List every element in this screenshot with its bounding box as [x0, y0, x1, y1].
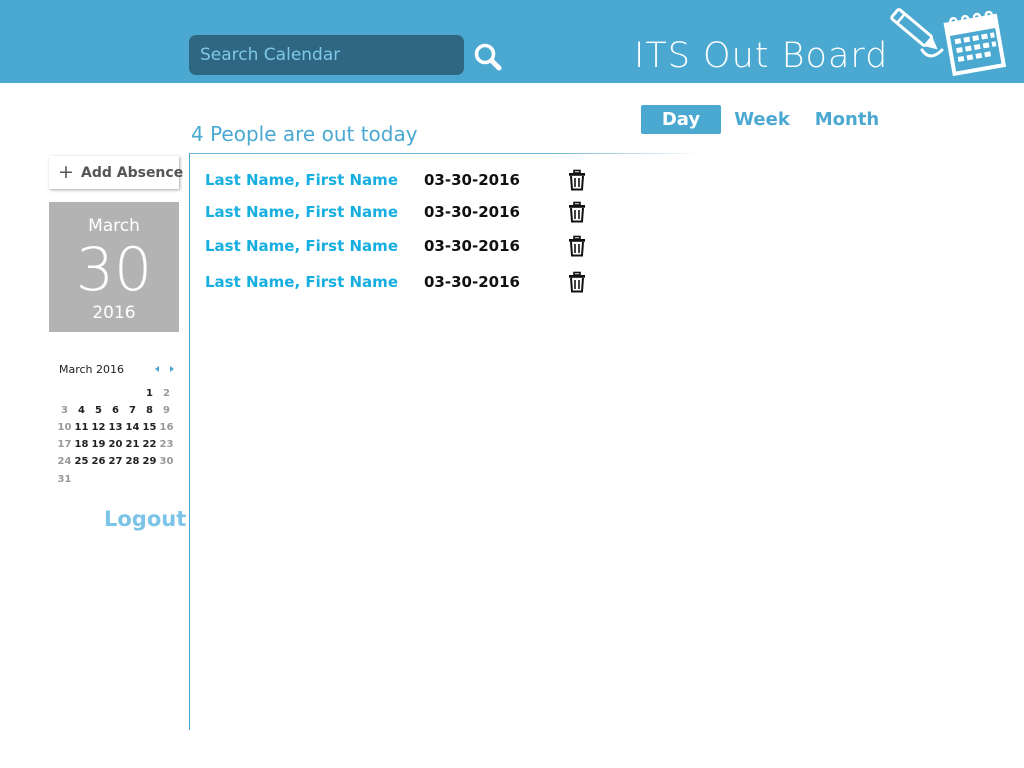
app-title: ITS Out Board [634, 36, 889, 76]
mini-calendar-title: March 2016 [59, 363, 125, 376]
calendar-day[interactable]: 22 [141, 437, 158, 452]
calendar-day[interactable]: 30 [158, 454, 175, 469]
current-date-card: March 30 2016 [49, 202, 179, 332]
absence-date: 03-30-2016 [424, 203, 520, 221]
arrow-right-icon[interactable] [167, 364, 177, 374]
absence-name-link[interactable]: Last Name, First Name [205, 171, 398, 189]
trash-icon[interactable] [568, 201, 586, 223]
absence-name-link[interactable]: Last Name, First Name [205, 273, 398, 291]
calendar-day[interactable]: 15 [141, 420, 158, 435]
calendar-day[interactable]: 23 [158, 437, 175, 452]
absence-name-link[interactable]: Last Name, First Name [205, 237, 398, 255]
calendar-day[interactable]: 9 [158, 403, 175, 418]
absence-date: 03-30-2016 [424, 273, 520, 291]
add-absence-button[interactable]: + Add Absence [49, 156, 183, 189]
calendar-day[interactable]: 11 [73, 420, 90, 435]
content-border [189, 153, 190, 730]
calendar-day[interactable]: 10 [56, 420, 73, 435]
calendar-day[interactable]: 21 [124, 437, 141, 452]
out-today-heading: 4 People are out today [191, 122, 418, 146]
absence-name-link[interactable]: Last Name, First Name [205, 203, 398, 221]
calendar-day[interactable]: 8 [141, 403, 158, 418]
tab-day[interactable]: Day [641, 105, 721, 134]
calendar-day[interactable]: 1 [141, 386, 158, 401]
search-icon[interactable] [472, 41, 504, 73]
calendar-day[interactable]: 6 [107, 403, 124, 418]
tab-week[interactable]: Week [730, 105, 794, 134]
date-card-year: 2016 [92, 303, 136, 323]
date-card-day: 30 [75, 235, 153, 305]
logout-link[interactable]: Logout [104, 507, 186, 531]
calendar-day[interactable]: 5 [90, 403, 107, 418]
trash-icon[interactable] [568, 169, 586, 191]
plus-icon: + [58, 161, 74, 183]
calendar-day[interactable]: 31 [56, 472, 73, 487]
trash-icon[interactable] [568, 271, 586, 293]
calendar-day[interactable]: 4 [73, 403, 90, 418]
calendar-day[interactable]: 3 [56, 403, 73, 418]
trash-icon[interactable] [568, 235, 586, 257]
calendar-day[interactable]: 16 [158, 420, 175, 435]
calendar-day[interactable]: 7 [124, 403, 141, 418]
app-header: ITS Out Board [0, 0, 1024, 83]
calendar-day[interactable]: 14 [124, 420, 141, 435]
calendar-day[interactable]: 28 [124, 454, 141, 469]
calendar-day[interactable]: 12 [90, 420, 107, 435]
calendar-day[interactable]: 2 [158, 386, 175, 401]
calendar-day[interactable]: 13 [107, 420, 124, 435]
calendar-day[interactable]: 26 [90, 454, 107, 469]
absence-row: Last Name, First Name 03-30-2016 [205, 267, 605, 297]
absence-row: Last Name, First Name 03-30-2016 [205, 197, 605, 227]
calendar-day[interactable]: 25 [73, 454, 90, 469]
search-input[interactable] [189, 35, 464, 75]
calendar-pencil-icon [890, 8, 1007, 77]
search-box[interactable] [189, 35, 464, 75]
calendar-day[interactable]: 17 [56, 437, 73, 452]
add-absence-label: Add Absence [81, 165, 184, 181]
calendar-day[interactable]: 24 [56, 454, 73, 469]
content-divider [189, 153, 704, 154]
date-card-month: March [88, 216, 140, 236]
absence-date: 03-30-2016 [424, 171, 520, 189]
calendar-day[interactable]: 20 [107, 437, 124, 452]
arrow-left-icon[interactable] [152, 364, 162, 374]
absence-date: 03-30-2016 [424, 237, 520, 255]
calendar-day[interactable]: 27 [107, 454, 124, 469]
calendar-day[interactable]: 29 [141, 454, 158, 469]
calendar-day[interactable]: 18 [73, 437, 90, 452]
tab-month[interactable]: Month [813, 105, 881, 134]
absence-row: Last Name, First Name 03-30-2016 [205, 165, 605, 195]
absence-row: Last Name, First Name 03-30-2016 [205, 231, 605, 261]
calendar-day[interactable]: 19 [90, 437, 107, 452]
